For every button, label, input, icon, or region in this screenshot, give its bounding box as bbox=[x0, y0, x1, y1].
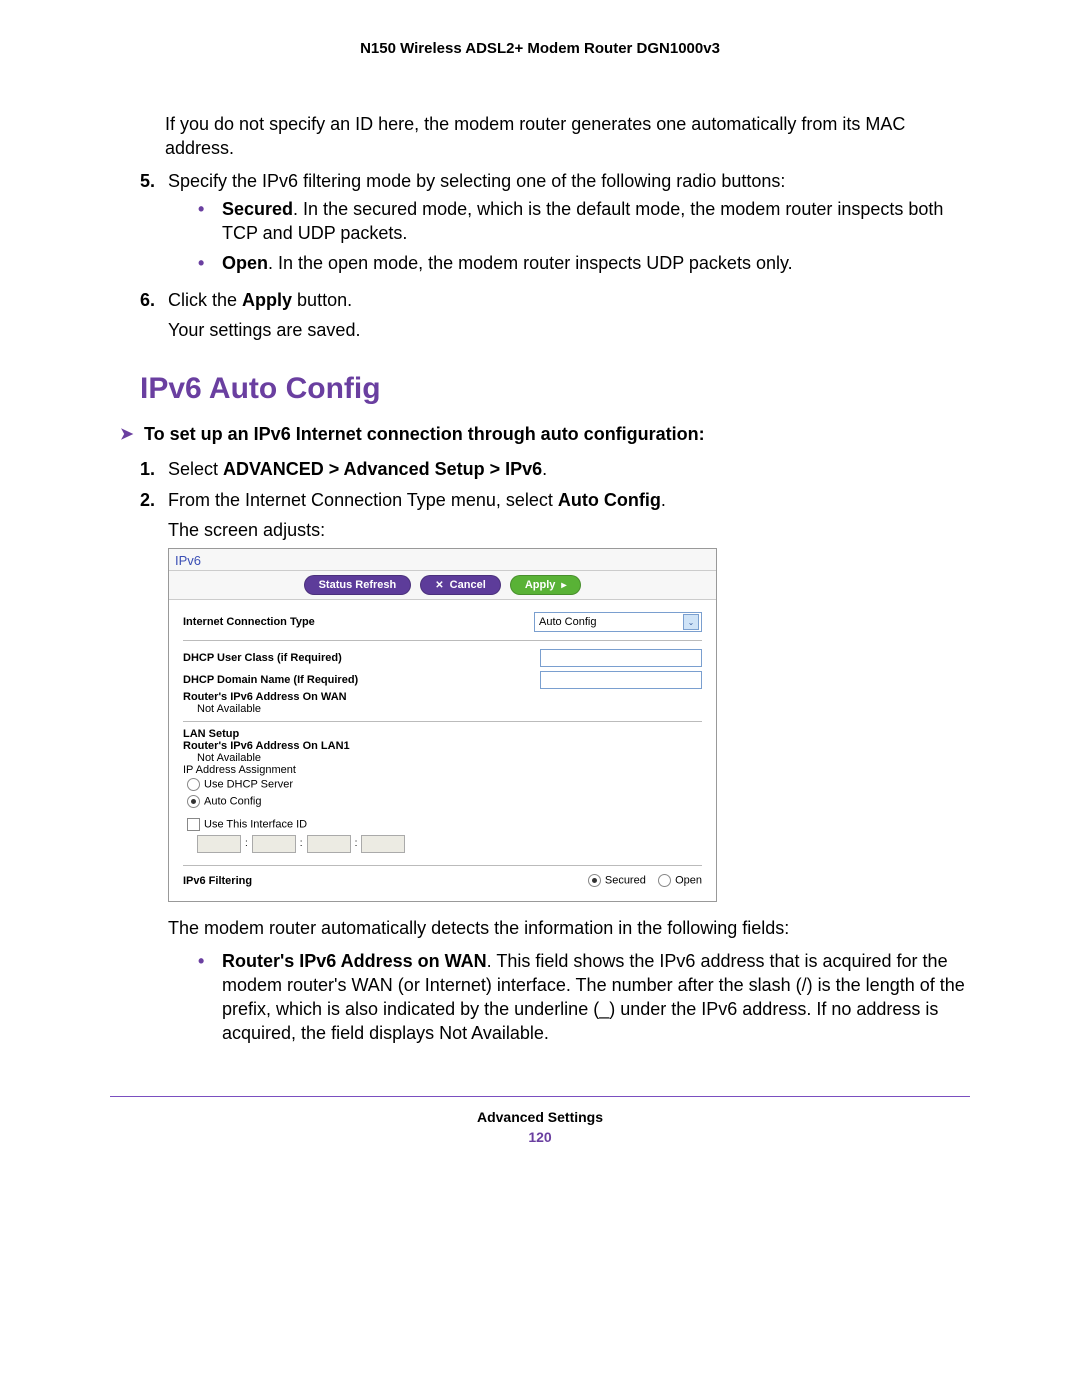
footer-section: Advanced Settings bbox=[110, 1109, 970, 1125]
step-5-text: Specify the IPv6 filtering mode by selec… bbox=[168, 171, 785, 191]
radio-auto[interactable] bbox=[187, 795, 200, 808]
interface-id-fields: : : : bbox=[197, 835, 702, 853]
radio-secured[interactable] bbox=[588, 874, 601, 887]
step-5: 5. Specify the IPv6 filtering mode by se… bbox=[110, 169, 970, 282]
divider bbox=[183, 721, 702, 722]
ip-assign-label: IP Address Assignment bbox=[183, 764, 702, 776]
bullet-icon: • bbox=[198, 949, 222, 1046]
step-suffix: . bbox=[661, 490, 666, 510]
bullet-bold: Router's IPv6 Address on WAN bbox=[222, 951, 487, 971]
apply-button[interactable]: Apply▸ bbox=[510, 575, 582, 595]
dhcp-domain-label: DHCP Domain Name (If Required) bbox=[183, 674, 358, 686]
section-title: IPv6 Auto Config bbox=[140, 372, 970, 406]
bullet-text: . In the open mode, the modem router ins… bbox=[268, 253, 793, 273]
step-2-after: The screen adjusts: bbox=[168, 518, 970, 542]
bullet-icon: • bbox=[198, 197, 222, 246]
step-number: 6. bbox=[140, 288, 168, 343]
step-6: 6. Click the Apply button. Your settings… bbox=[110, 288, 970, 343]
close-icon: ✕ bbox=[435, 580, 443, 591]
step-number: 1. bbox=[140, 457, 168, 481]
interface-id-input[interactable] bbox=[307, 835, 351, 853]
use-interface-checkbox[interactable] bbox=[187, 818, 200, 831]
radio-open-label: Open bbox=[675, 875, 702, 887]
page-header-title: N150 Wireless ADSL2+ Modem Router DGN100… bbox=[110, 40, 970, 57]
chevron-right-icon: ▸ bbox=[561, 580, 566, 591]
radio-dhcp-label: Use DHCP Server bbox=[204, 779, 293, 791]
radio-dhcp[interactable] bbox=[187, 778, 200, 791]
step-6-bold: Apply bbox=[242, 290, 292, 310]
chevron-down-icon: ⌄ bbox=[683, 614, 699, 630]
task-intro-text: To set up an IPv6 Internet connection th… bbox=[144, 424, 705, 445]
lan-setup-label: LAN Setup bbox=[183, 728, 702, 740]
panel-title: IPv6 bbox=[169, 549, 716, 571]
lan-addr-label: Router's IPv6 Address On LAN1 bbox=[183, 740, 702, 752]
step-bold: ADVANCED > Advanced Setup > IPv6 bbox=[223, 459, 542, 479]
task-step-1: 1. Select ADVANCED > Advanced Setup > IP… bbox=[110, 457, 970, 481]
bullet-secured: • Secured. In the secured mode, which is… bbox=[198, 197, 970, 246]
status-refresh-button[interactable]: Status Refresh bbox=[304, 575, 412, 595]
radio-open[interactable] bbox=[658, 874, 671, 887]
cancel-button[interactable]: ✕Cancel bbox=[420, 575, 500, 595]
bullet-text: . In the secured mode, which is the defa… bbox=[222, 199, 943, 243]
footer-page-number: 120 bbox=[110, 1129, 970, 1145]
task-step-2: 2. From the Internet Connection Type men… bbox=[110, 488, 970, 543]
bullet-open: • Open. In the open mode, the modem rout… bbox=[198, 251, 970, 275]
lan-addr-value: Not Available bbox=[183, 752, 702, 764]
radio-auto-label: Auto Config bbox=[204, 796, 261, 808]
bullet-bold: Secured bbox=[222, 199, 293, 219]
conn-type-select[interactable]: Auto Config ⌄ bbox=[534, 612, 702, 632]
step-number: 5. bbox=[140, 169, 168, 282]
divider bbox=[183, 640, 702, 641]
footer-divider bbox=[110, 1096, 970, 1097]
dhcp-user-class-label: DHCP User Class (if Required) bbox=[183, 652, 342, 664]
step-6-suffix: button. bbox=[292, 290, 352, 310]
chevron-right-icon: ➤ bbox=[120, 424, 144, 445]
task-intro: ➤ To set up an IPv6 Internet connection … bbox=[120, 424, 970, 445]
filtering-label: IPv6 Filtering bbox=[183, 875, 252, 887]
ipv6-screenshot: IPv6 Status Refresh ✕Cancel Apply▸ Inter… bbox=[168, 548, 717, 902]
step-number: 2. bbox=[140, 488, 168, 543]
step-6-after: Your settings are saved. bbox=[168, 318, 970, 342]
step-bold: Auto Config bbox=[558, 490, 661, 510]
step-prefix: From the Internet Connection Type menu, … bbox=[168, 490, 558, 510]
step-suffix: . bbox=[542, 459, 547, 479]
dhcp-domain-input[interactable] bbox=[540, 671, 702, 689]
step-prefix: Select bbox=[168, 459, 223, 479]
step-6-prefix: Click the bbox=[168, 290, 242, 310]
bullet-wan-addr: • Router's IPv6 Address on WAN. This fie… bbox=[198, 949, 970, 1046]
button-row: Status Refresh ✕Cancel Apply▸ bbox=[169, 571, 716, 600]
interface-id-input[interactable] bbox=[252, 835, 296, 853]
bullet-icon: • bbox=[198, 251, 222, 275]
interface-id-input[interactable] bbox=[197, 835, 241, 853]
use-interface-label: Use This Interface ID bbox=[204, 819, 307, 831]
dhcp-user-class-input[interactable] bbox=[540, 649, 702, 667]
after-screenshot-text: The modem router automatically detects t… bbox=[168, 916, 970, 940]
bullet-bold: Open bbox=[222, 253, 268, 273]
wan-addr-label: Router's IPv6 Address On WAN bbox=[183, 691, 702, 703]
conn-type-value: Auto Config bbox=[539, 616, 596, 628]
radio-secured-label: Secured bbox=[605, 875, 646, 887]
interface-id-input[interactable] bbox=[361, 835, 405, 853]
divider bbox=[183, 865, 702, 866]
intro-paragraph: If you do not specify an ID here, the mo… bbox=[165, 112, 970, 161]
conn-type-label: Internet Connection Type bbox=[183, 616, 315, 628]
wan-addr-value: Not Available bbox=[183, 703, 702, 715]
